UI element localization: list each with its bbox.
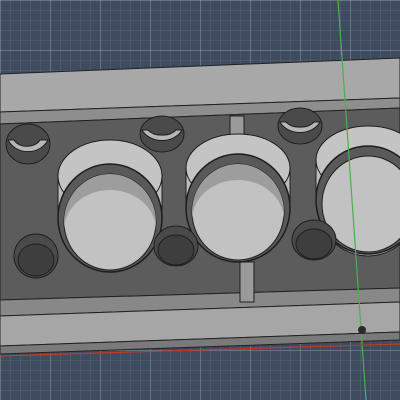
large-hole-1[interactable] bbox=[57, 139, 163, 273]
small-hole-bottom-center[interactable] bbox=[153, 225, 199, 267]
cad-model-view[interactable] bbox=[0, 0, 400, 400]
small-hole-bottom-right[interactable] bbox=[291, 219, 337, 261]
small-hole-top-left[interactable] bbox=[5, 123, 51, 165]
large-hole-2[interactable] bbox=[185, 133, 291, 263]
small-hole-top-right[interactable] bbox=[277, 107, 323, 145]
origin-marker bbox=[358, 326, 366, 334]
small-hole-top-center[interactable] bbox=[139, 115, 185, 153]
cad-viewport[interactable] bbox=[0, 0, 400, 400]
locating-pin-bottom[interactable] bbox=[239, 261, 255, 303]
small-hole-bottom-left[interactable] bbox=[13, 233, 59, 279]
